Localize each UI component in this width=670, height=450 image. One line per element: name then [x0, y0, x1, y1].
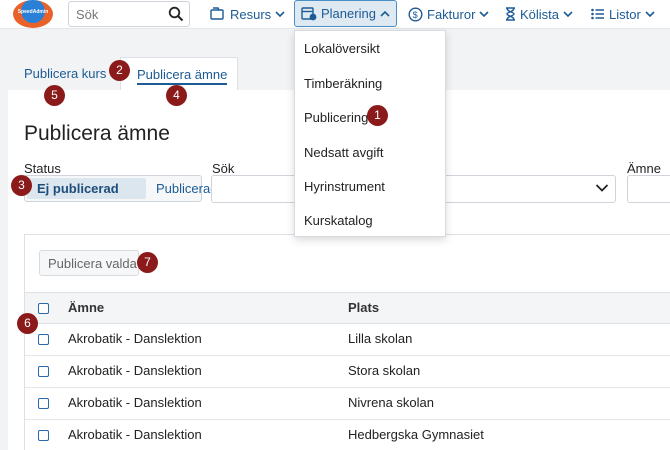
row-checkbox[interactable]	[38, 398, 49, 409]
subject-label: Ämne	[627, 161, 661, 176]
page-title: Publicera ämne	[24, 122, 170, 145]
menu-item-timberakning[interactable]: Timberäkning	[304, 76, 382, 91]
cell-plats: Stora skolan	[348, 363, 421, 378]
list-icon	[591, 8, 604, 20]
svg-text:$: $	[413, 10, 418, 20]
global-search-input[interactable]: Sök	[68, 1, 190, 27]
chevron-up-icon	[380, 10, 390, 17]
status-ej-publicerad[interactable]: Ej publicerad	[27, 178, 146, 199]
step-badge-1: 1	[367, 105, 388, 126]
column-header-plats[interactable]: Plats	[348, 300, 379, 315]
nav-resurs-label: Resurs	[230, 6, 272, 22]
chevron-down-icon	[595, 184, 609, 192]
cell-amne: Akrobatik - Danslektion	[68, 395, 202, 410]
subject-select[interactable]	[627, 175, 670, 203]
search-icon[interactable]	[168, 6, 184, 22]
nav-kolista[interactable]: Kölista	[505, 0, 573, 28]
cell-plats: Nivrena skolan	[348, 395, 434, 410]
planering-dropdown-menu: Lokalöversikt Timberäkning Publicering N…	[294, 30, 446, 237]
status-label: Status	[24, 161, 61, 176]
publish-selected-button[interactable]: Publicera valda	[39, 250, 139, 276]
chevron-down-icon	[645, 11, 655, 18]
nav-resurs[interactable]: Resurs	[210, 0, 285, 28]
select-all-checkbox[interactable]	[38, 303, 49, 314]
chevron-down-icon	[479, 11, 489, 18]
menu-item-hyrinstrument[interactable]: Hyrinstrument	[304, 179, 385, 194]
status-publicerad[interactable]: Publicerad	[156, 181, 217, 196]
step-badge-6: 6	[17, 313, 38, 334]
row-checkbox[interactable]	[38, 366, 49, 377]
speedadmin-logo[interactable]: SpeedAdmin	[13, 0, 53, 28]
menu-item-kurskatalog[interactable]: Kurskatalog	[304, 213, 373, 228]
step-badge-5: 5	[44, 85, 65, 106]
search-placeholder: Sök	[76, 7, 99, 22]
dollar-circle-icon: $	[408, 6, 423, 22]
nav-planering[interactable]: Planering	[294, 0, 397, 27]
nav-kolista-label: Kölista	[520, 6, 560, 22]
cell-amne: Akrobatik - Danslektion	[68, 363, 202, 378]
cell-amne: Akrobatik - Danslektion	[68, 331, 202, 346]
hourglass-icon	[506, 7, 515, 21]
tab-publicera-amne-label: Publicera ämne	[137, 67, 228, 85]
cell-plats: Hedbergska Gymnasiet	[348, 427, 484, 442]
nav-listor[interactable]: Listor	[591, 0, 655, 28]
cell-amne: Akrobatik - Danslektion	[68, 427, 202, 442]
calendar-clock-icon	[301, 7, 317, 21]
nav-fakturor-label: Fakturor	[427, 6, 476, 22]
status-toggle: Ej publicerad Publicerad	[24, 175, 217, 202]
column-header-amne[interactable]: Ämne	[68, 300, 104, 315]
chevron-down-icon	[275, 11, 285, 18]
row-checkbox[interactable]	[38, 430, 49, 441]
nav-planering-label: Planering	[321, 6, 376, 21]
menu-item-nedsatt-avgift[interactable]: Nedsatt avgift	[304, 145, 384, 160]
menu-item-lokaloversikt[interactable]: Lokalöversikt	[304, 41, 380, 56]
logo-text: SpeedAdmin	[17, 9, 49, 15]
menu-item-publicering[interactable]: Publicering	[304, 110, 368, 125]
cell-plats: Lilla skolan	[348, 331, 413, 346]
step-badge-7: 7	[137, 252, 158, 273]
row-checkbox[interactable]	[38, 334, 49, 345]
folders-icon	[210, 7, 224, 20]
search-label: Sök	[212, 161, 235, 176]
step-badge-2: 2	[109, 60, 130, 81]
nav-listor-label: Listor	[609, 6, 641, 22]
nav-fakturor[interactable]: $ Fakturor	[408, 0, 489, 28]
chevron-down-icon	[563, 11, 573, 18]
tab-publicera-kurs[interactable]: Publicera kurs	[8, 57, 118, 90]
step-badge-4: 4	[166, 85, 187, 106]
tab-publicera-kurs-label: Publicera kurs	[24, 66, 107, 81]
step-badge-3: 3	[11, 175, 32, 196]
